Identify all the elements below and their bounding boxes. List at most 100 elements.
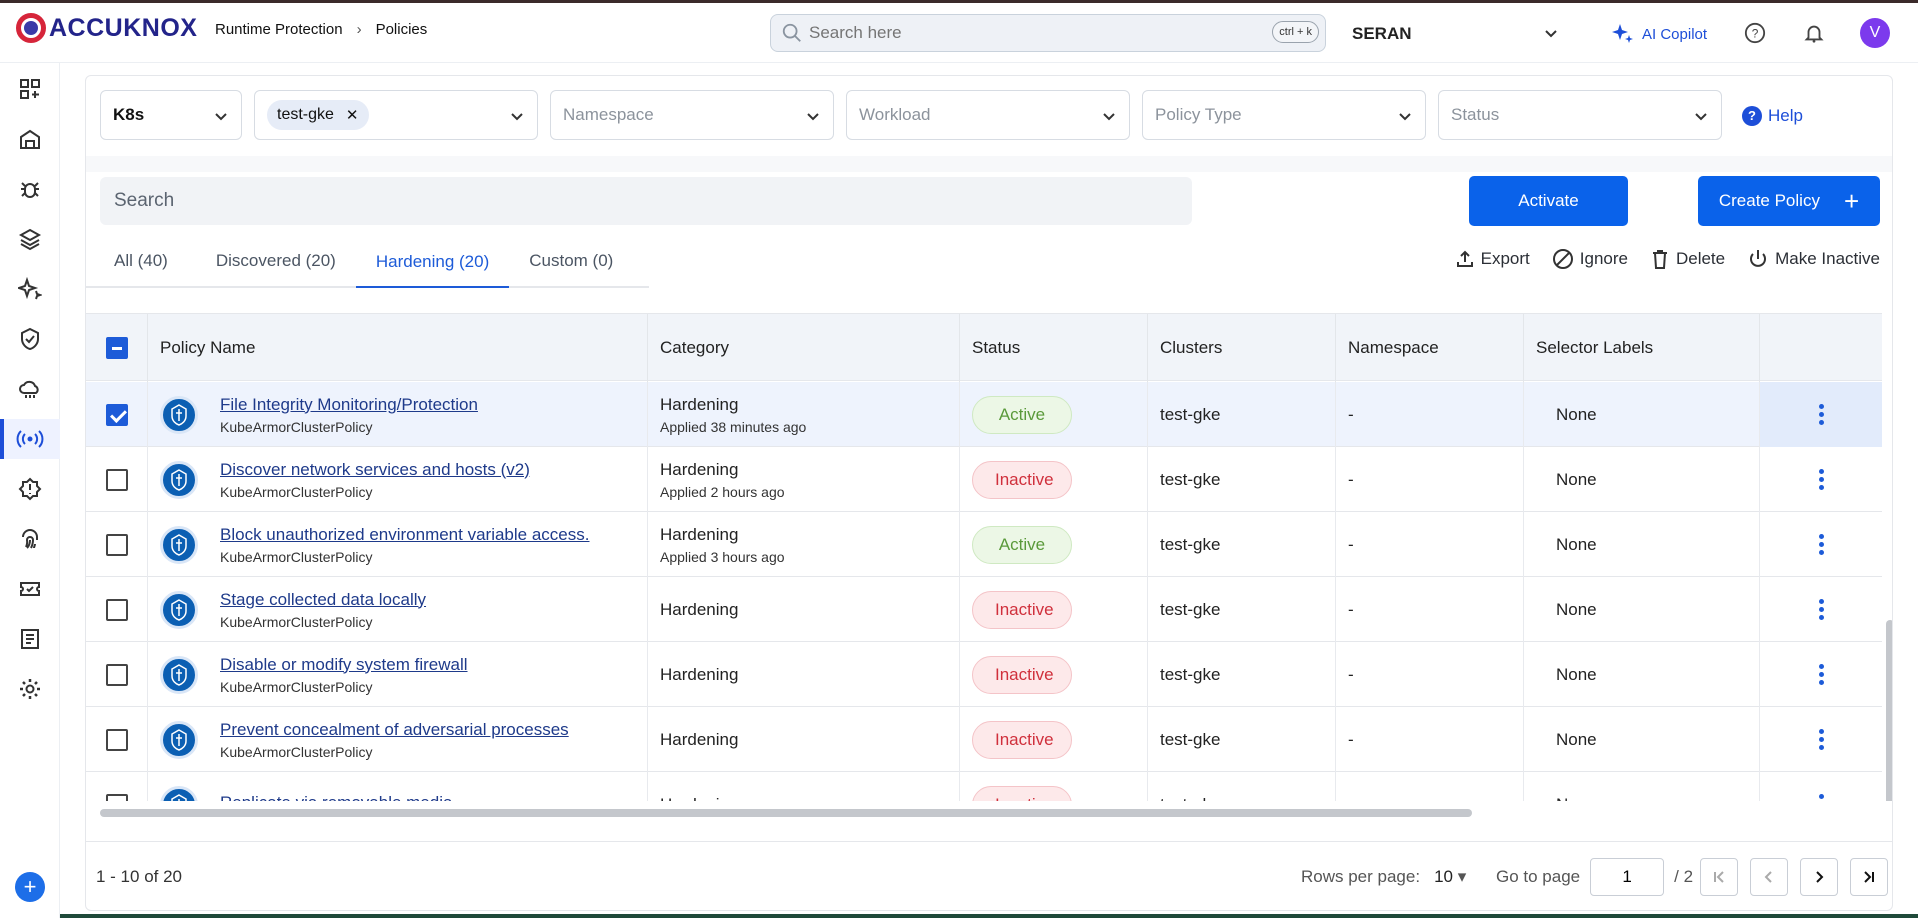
more-options-icon[interactable] (1818, 404, 1824, 425)
table-row[interactable]: File Integrity Monitoring/Protection Kube… (86, 382, 1882, 447)
fingerprint-icon[interactable] (0, 519, 60, 559)
cloud-icon[interactable] (0, 369, 60, 409)
cluster-cell: test-gke (1148, 382, 1336, 447)
help-circle-icon[interactable]: ? (1744, 22, 1766, 44)
dashboard-icon[interactable] (0, 69, 60, 109)
create-policy-label: Create Policy (1718, 191, 1820, 210)
platform-select[interactable]: K8s (100, 90, 242, 140)
chevron-down-icon[interactable] (1543, 25, 1559, 41)
make-inactive-button[interactable]: Make Inactive (1747, 248, 1880, 270)
select-all-checkbox[interactable] (105, 337, 128, 359)
row-actions-cell (1760, 772, 1882, 801)
first-page-button[interactable] (1700, 857, 1738, 896)
help-icon: ? (1742, 106, 1762, 126)
ticket-icon[interactable] (0, 569, 60, 609)
policy-name-link[interactable]: Replicate via removable media (220, 793, 452, 802)
settings-icon[interactable] (0, 669, 60, 709)
create-policy-button[interactable]: Create Policy + (1698, 176, 1880, 226)
more-options-icon[interactable] (1818, 794, 1824, 801)
row-checkbox[interactable] (105, 468, 128, 491)
alert-icon[interactable] (0, 469, 60, 509)
tab-all[interactable]: All (40) (86, 236, 190, 286)
status-cell: Inactive (960, 772, 1148, 801)
more-options-icon[interactable] (1818, 729, 1824, 750)
policy-name-link[interactable]: Block unauthorized environment variable … (220, 525, 589, 545)
tab-custom[interactable]: Custom (0) (509, 236, 633, 286)
namespace-value: - (1348, 795, 1523, 802)
policy-name-link[interactable]: Stage collected data locally (220, 590, 426, 610)
ai-copilot-button[interactable]: AI Copilot (1610, 22, 1707, 46)
policy-name-link[interactable]: Disable or modify system firewall (220, 655, 468, 675)
sparkle-icon[interactable] (0, 269, 60, 309)
last-page-button[interactable] (1850, 857, 1888, 896)
row-checkbox[interactable] (105, 533, 128, 556)
brand-logo[interactable]: ACCUKNOX (16, 13, 197, 43)
close-icon[interactable]: ✕ (346, 106, 359, 124)
global-search[interactable]: ctrl + k (770, 14, 1326, 52)
policy-name-link[interactable]: File Integrity Monitoring/Protection (220, 395, 478, 415)
tenant-selector[interactable]: SERAN (1352, 24, 1412, 44)
help-link[interactable]: ? Help (1742, 106, 1803, 126)
more-options-icon[interactable] (1818, 664, 1824, 685)
more-options-icon[interactable] (1818, 599, 1824, 620)
tab-hardening[interactable]: Hardening (20) (355, 236, 510, 288)
horizontal-scrollbar[interactable] (100, 806, 1880, 818)
more-options-icon[interactable] (1818, 469, 1824, 490)
row-checkbox[interactable] (105, 403, 128, 426)
cluster-value: test-gke (1160, 469, 1221, 489)
activate-button[interactable]: Activate (1469, 176, 1628, 226)
sparkle-icon (1612, 24, 1633, 43)
delete-button[interactable]: Delete (1650, 248, 1725, 270)
policy-kind: KubeArmorClusterPolicy (220, 743, 373, 760)
status-cell: Inactive (960, 447, 1148, 512)
inventory-icon[interactable] (0, 119, 60, 159)
search-input[interactable] (809, 23, 1249, 43)
shield-check-icon[interactable] (0, 319, 60, 359)
row-checkbox[interactable] (105, 728, 128, 751)
rows-per-page-select[interactable]: 10 ▾ (1434, 867, 1466, 887)
export-button[interactable]: Export (1455, 248, 1530, 270)
row-checkbox[interactable] (105, 598, 128, 621)
report-icon[interactable] (0, 619, 60, 659)
column-header-clusters[interactable]: Clusters (1148, 314, 1336, 382)
ignore-button[interactable]: Ignore (1552, 248, 1628, 270)
table-row[interactable]: Discover network services and hosts (v2)… (86, 447, 1882, 512)
table-row[interactable]: Replicate via removable media Hardening In… (86, 772, 1882, 801)
table-row[interactable]: Prevent concealment of adversarial proce… (86, 707, 1882, 772)
namespace-select[interactable]: Namespace (550, 90, 834, 140)
column-header-category[interactable]: Category (648, 314, 960, 382)
tab-discovered[interactable]: Discovered (20) (190, 236, 356, 286)
table-row[interactable]: Disable or modify system firewall KubeArm… (86, 642, 1882, 707)
row-checkbox[interactable] (105, 793, 128, 801)
vertical-scrollbar[interactable] (1886, 620, 1892, 801)
layers-icon[interactable] (0, 219, 60, 259)
row-checkbox[interactable] (105, 663, 128, 686)
cluster-select[interactable]: test-gke ✕ (254, 90, 538, 140)
previous-page-button[interactable] (1750, 857, 1788, 896)
bug-icon[interactable] (0, 169, 60, 209)
table-row[interactable]: Stage collected data locally KubeArmorClu… (86, 577, 1882, 642)
bell-icon[interactable] (1803, 22, 1825, 44)
scrollbar-thumb[interactable] (100, 809, 1472, 817)
cluster-chip[interactable]: test-gke ✕ (267, 100, 369, 130)
policy-type-select[interactable]: Policy Type (1142, 90, 1426, 140)
breadcrumb-parent[interactable]: Runtime Protection (215, 21, 343, 38)
more-options-icon[interactable] (1818, 534, 1824, 555)
status-select[interactable]: Status (1438, 90, 1722, 140)
column-header-status[interactable]: Status (960, 314, 1148, 382)
add-icon[interactable]: + (15, 872, 45, 902)
table-row[interactable]: Block unauthorized environment variable … (86, 512, 1882, 577)
column-header-selector-labels[interactable]: Selector Labels (1524, 314, 1760, 382)
runtime-icon[interactable] (0, 419, 60, 459)
next-page-button[interactable] (1800, 857, 1838, 896)
policy-name-link[interactable]: Prevent concealment of adversarial proce… (220, 720, 569, 740)
selector-labels-value: None (1556, 729, 1597, 749)
policy-search-input[interactable]: Search (100, 177, 1192, 225)
user-avatar[interactable]: V (1860, 18, 1890, 48)
policy-name-link[interactable]: Discover network services and hosts (v2) (220, 460, 530, 480)
column-header-policy-name[interactable]: Policy Name (148, 314, 648, 382)
cluster-cell: test-gke (1148, 707, 1336, 772)
column-header-namespace[interactable]: Namespace (1336, 314, 1524, 382)
page-number-input[interactable] (1590, 857, 1665, 896)
workload-select[interactable]: Workload (846, 90, 1130, 140)
